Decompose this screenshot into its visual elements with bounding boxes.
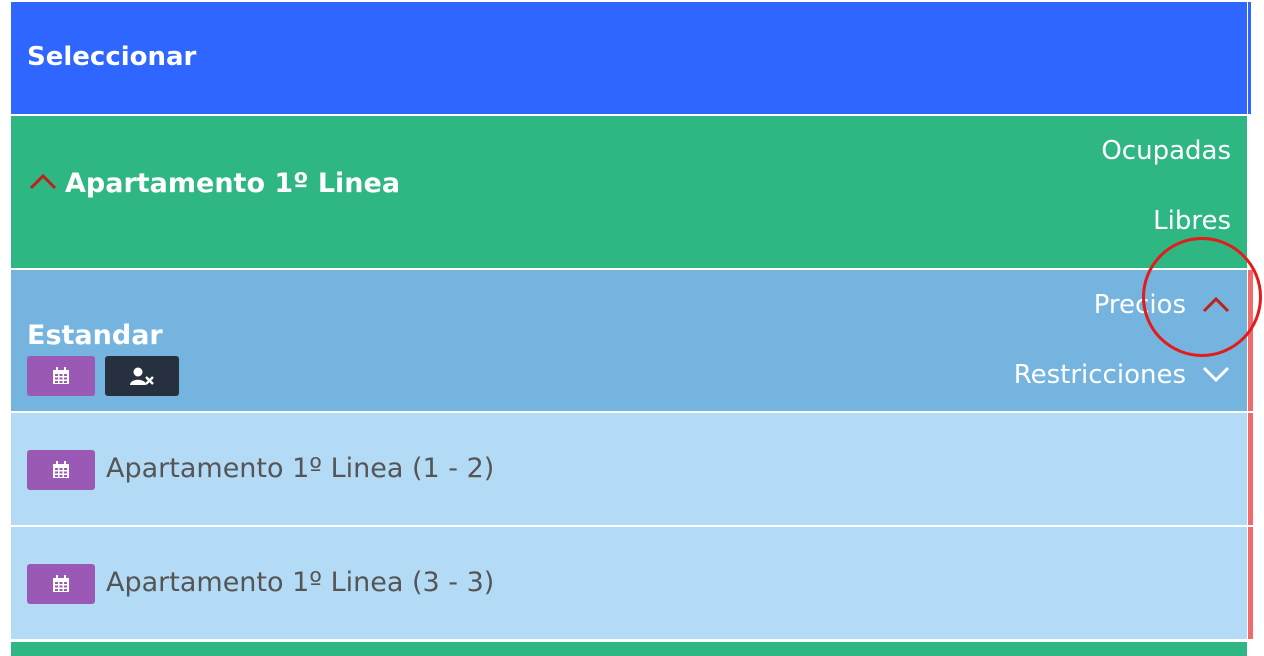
unit-label: Apartamento 1º Linea (3 - 3) bbox=[106, 567, 495, 598]
unit-calendar-button[interactable] bbox=[27, 564, 95, 604]
libres-label[interactable]: Libres bbox=[1153, 206, 1231, 236]
next-group-row bbox=[11, 642, 1247, 656]
calendar-icon bbox=[53, 575, 69, 592]
restricciones-label[interactable]: Restricciones bbox=[1014, 360, 1186, 390]
unit-calendar-button[interactable] bbox=[27, 450, 95, 490]
highlight-circle-annotation bbox=[1142, 237, 1262, 357]
unit-row: Apartamento 1º Linea (3 - 3) bbox=[11, 527, 1247, 639]
unit-label: Apartamento 1º Linea (1 - 2) bbox=[106, 453, 495, 484]
header-side-bar bbox=[1248, 2, 1251, 114]
calendar-icon bbox=[53, 461, 69, 478]
apartment-group-title[interactable]: Apartamento 1º Linea bbox=[65, 168, 400, 199]
status-indicator-bar bbox=[1248, 413, 1253, 525]
room-type-row: Estandar Precios Restricciones bbox=[11, 270, 1247, 411]
remove-user-button[interactable] bbox=[105, 356, 179, 396]
select-header[interactable]: Seleccionar bbox=[11, 2, 1247, 114]
header-title: Seleccionar bbox=[27, 42, 197, 72]
calendar-icon bbox=[53, 367, 69, 384]
chevron-up-icon[interactable] bbox=[27, 168, 59, 192]
unit-row: Apartamento 1º Linea (1 - 2) bbox=[11, 413, 1247, 525]
status-indicator-bar bbox=[1248, 527, 1253, 639]
user-remove-icon bbox=[130, 367, 154, 385]
ocupadas-label[interactable]: Ocupadas bbox=[1101, 136, 1231, 166]
calendar-button[interactable] bbox=[27, 356, 95, 396]
restricciones-chevron-down-icon[interactable] bbox=[1201, 364, 1231, 384]
apartment-group-row: Apartamento 1º Linea Ocupadas Libres bbox=[11, 116, 1247, 268]
room-type-title: Estandar bbox=[27, 320, 163, 351]
